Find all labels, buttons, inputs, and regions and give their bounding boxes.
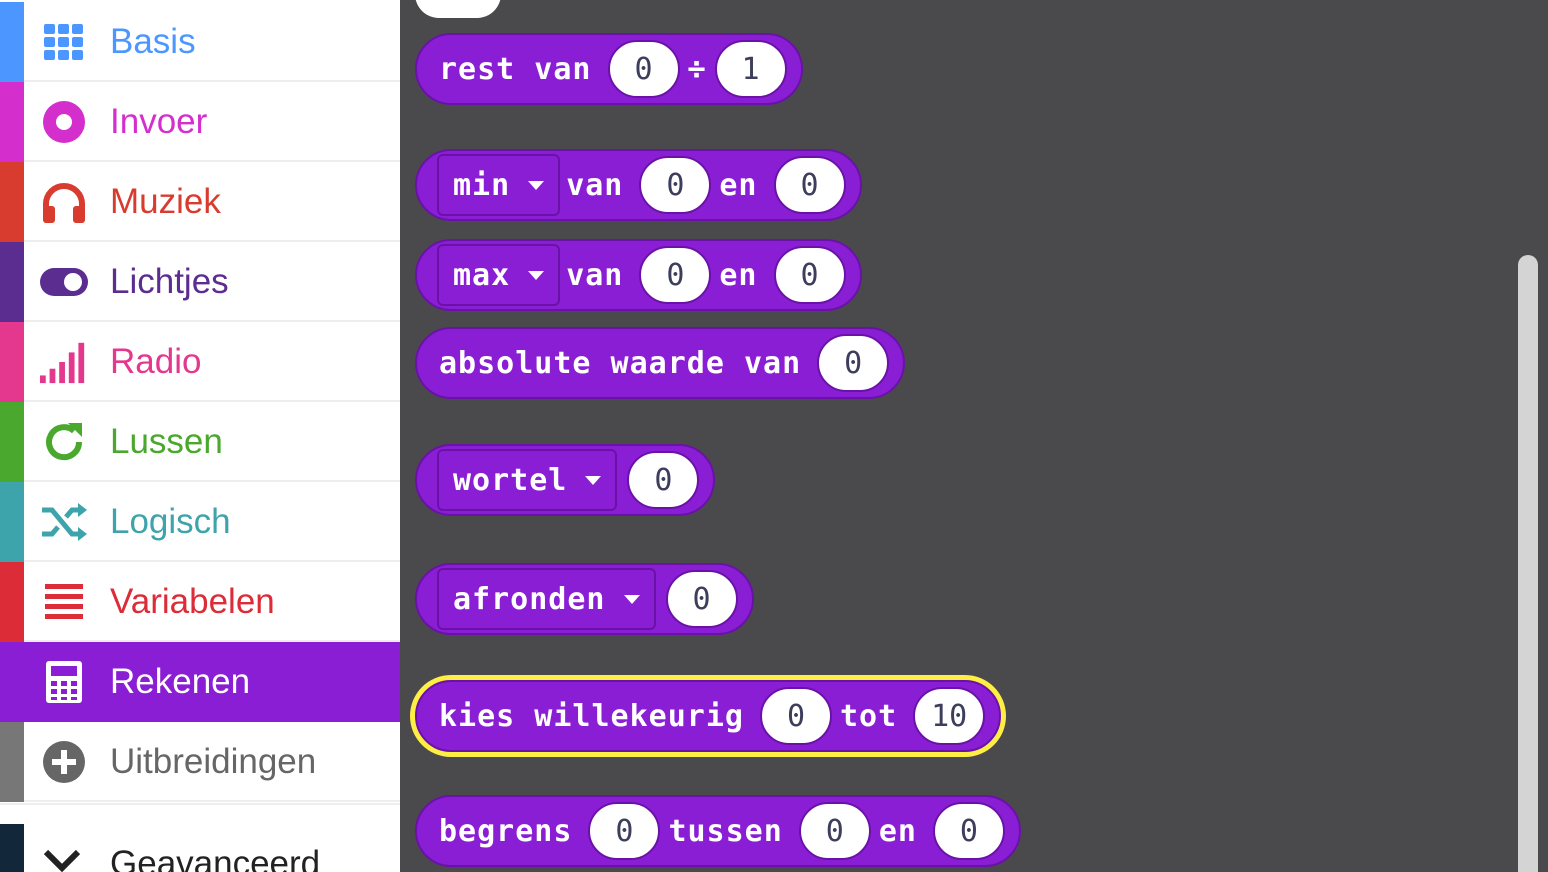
calculator-icon xyxy=(40,658,88,706)
category-radio[interactable]: Radio xyxy=(0,322,400,402)
function-dropdown[interactable]: min xyxy=(437,154,561,216)
category-label: Variabelen xyxy=(110,582,275,621)
toolbox-sidebar: Basis Invoer Muziek Lichtjes Radio Lusse… xyxy=(0,0,400,872)
category-label: Basis xyxy=(110,22,196,61)
category-color-stripe xyxy=(0,482,24,562)
block-round[interactable]: afronden 0 xyxy=(415,563,754,635)
block-text: van xyxy=(566,167,624,203)
function-dropdown[interactable]: afronden xyxy=(437,568,656,630)
number-input[interactable]: 1 xyxy=(714,40,787,98)
block-absolute[interactable]: absolute waarde van 0 xyxy=(415,327,906,399)
block-constrain[interactable]: begrens 0 tussen 0 en 0 xyxy=(415,795,1021,867)
number-input[interactable]: 0 xyxy=(773,156,846,214)
number-input[interactable]: 10 xyxy=(913,687,986,745)
block-text: ÷ xyxy=(687,51,707,87)
block-text: tot xyxy=(839,698,898,734)
caret-down-icon xyxy=(528,270,545,280)
block-min[interactable]: min van 0 en 0 xyxy=(415,149,862,221)
target-icon xyxy=(40,98,88,146)
block-text: en xyxy=(719,167,758,203)
function-dropdown[interactable]: max xyxy=(437,244,561,306)
signal-bars-icon xyxy=(40,338,88,386)
block-text: kies willekeurig xyxy=(439,698,744,734)
category-label: Logisch xyxy=(110,502,231,541)
category-color-stripe xyxy=(0,642,24,722)
grid-icon xyxy=(40,18,88,66)
block-remainder[interactable]: rest van 0 ÷ 1 xyxy=(415,33,803,105)
list-lines-icon xyxy=(40,578,88,626)
shuffle-icon xyxy=(40,498,88,546)
number-input[interactable]: 0 xyxy=(607,40,680,98)
caret-down-icon xyxy=(623,594,640,604)
category-logisch[interactable]: Logisch xyxy=(0,482,400,562)
number-input[interactable]: 0 xyxy=(639,156,712,214)
block-sqrt[interactable]: wortel 0 xyxy=(415,444,716,516)
category-label: Lussen xyxy=(110,422,223,461)
category-lussen[interactable]: Lussen xyxy=(0,402,400,482)
block-text: en xyxy=(878,813,917,849)
block-text: begrens xyxy=(439,813,573,849)
number-input[interactable]: 0 xyxy=(759,687,832,745)
category-label: Geavanceerd xyxy=(110,844,321,872)
function-dropdown[interactable]: wortel xyxy=(437,449,618,511)
category-color-stripe xyxy=(0,824,24,872)
category-color-stripe xyxy=(0,722,24,802)
block-text: van xyxy=(566,257,624,293)
category-invoer[interactable]: Invoer xyxy=(0,82,400,162)
vertical-scrollbar[interactable] xyxy=(1518,255,1538,872)
block-text: rest van xyxy=(439,51,592,87)
category-label: Muziek xyxy=(110,182,221,221)
caret-down-icon xyxy=(585,475,602,485)
category-color-stripe xyxy=(0,322,24,402)
number-input[interactable]: 0 xyxy=(798,802,871,860)
category-muziek[interactable]: Muziek xyxy=(0,162,400,242)
number-input[interactable]: 0 xyxy=(817,334,890,392)
caret-down-icon xyxy=(528,180,545,190)
block-text: tussen xyxy=(668,813,783,849)
sidebar-divider xyxy=(0,803,400,817)
category-color-stripe xyxy=(0,562,24,642)
category-variabelen[interactable]: Variabelen xyxy=(0,562,400,642)
block-text: absolute waarde van xyxy=(439,345,802,381)
headphones-icon xyxy=(40,178,88,226)
number-input[interactable]: 0 xyxy=(627,451,700,509)
category-color-stripe xyxy=(0,162,24,242)
block-text: en xyxy=(719,257,758,293)
plus-circle-icon xyxy=(40,738,88,786)
category-label: Lichtjes xyxy=(110,262,229,301)
category-basis[interactable]: Basis xyxy=(0,2,400,82)
category-color-stripe xyxy=(0,2,24,82)
category-uitbreidingen[interactable]: Uitbreidingen xyxy=(0,722,400,802)
number-input[interactable]: 0 xyxy=(773,246,846,304)
number-input[interactable]: 0 xyxy=(588,802,661,860)
category-label: Invoer xyxy=(110,102,208,141)
category-color-stripe xyxy=(0,82,24,162)
category-label: Rekenen xyxy=(110,662,251,701)
dropdown-label: afronden xyxy=(453,581,606,617)
chevron-down-icon xyxy=(42,846,86,872)
category-lichtjes[interactable]: Lichtjes xyxy=(0,242,400,322)
partial-block[interactable] xyxy=(415,0,501,18)
dropdown-label: wortel xyxy=(453,462,568,498)
dropdown-label: min xyxy=(453,167,511,203)
category-label: Uitbreidingen xyxy=(110,742,317,781)
blocks-flyout: rest van 0 ÷ 1 min van 0 en 0 max van 0 … xyxy=(400,0,1548,872)
category-rekenen[interactable]: Rekenen xyxy=(0,642,400,722)
number-input[interactable]: 0 xyxy=(665,570,738,628)
dropdown-label: max xyxy=(453,257,511,293)
number-input[interactable]: 0 xyxy=(639,246,712,304)
number-input[interactable]: 0 xyxy=(932,802,1005,860)
category-label: Radio xyxy=(110,342,202,381)
block-random[interactable]: kies willekeurig 0 tot 10 xyxy=(415,680,1002,752)
category-color-stripe xyxy=(0,402,24,482)
category-geavanceerd[interactable]: Geavanceerd xyxy=(0,816,400,872)
category-color-stripe xyxy=(0,242,24,322)
block-max[interactable]: max van 0 en 0 xyxy=(415,239,862,311)
refresh-icon xyxy=(40,418,88,466)
toggle-icon xyxy=(40,258,88,306)
